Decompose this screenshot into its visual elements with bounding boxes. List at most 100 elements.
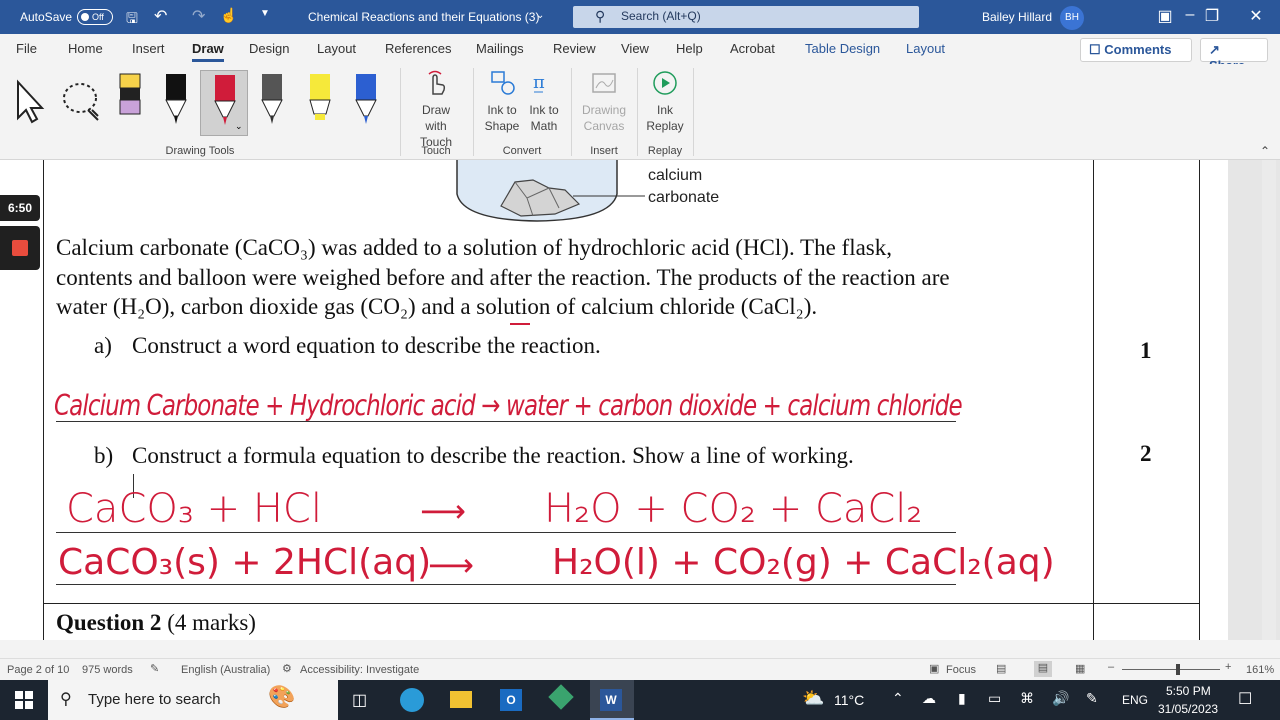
- redo-icon[interactable]: ↷: [192, 6, 205, 26]
- pen-menu-icon[interactable]: ✎: [1086, 690, 1098, 707]
- yellow-highlighter-icon[interactable]: [302, 70, 338, 130]
- battery-icon[interactable]: ▭: [988, 690, 1001, 707]
- notifications-icon[interactable]: ☐: [1238, 689, 1252, 709]
- tab-table-layout[interactable]: Layout: [906, 41, 945, 56]
- print-layout-icon[interactable]: ▤: [1034, 661, 1052, 677]
- tab-review[interactable]: Review: [553, 41, 596, 56]
- vertical-scrollbar[interactable]: [1262, 160, 1276, 640]
- tab-mailings[interactable]: Mailings: [476, 41, 524, 56]
- stop-recording-button[interactable]: [0, 226, 40, 270]
- share-button[interactable]: ↗ Share: [1200, 38, 1268, 73]
- language[interactable]: English (Australia): [181, 664, 270, 676]
- tab-references[interactable]: References: [385, 41, 451, 56]
- customize-qat-icon[interactable]: ▼: [260, 8, 270, 19]
- tab-design[interactable]: Design: [249, 41, 289, 56]
- black-pen-icon[interactable]: [158, 70, 194, 130]
- ink-arrow-2: ⟶: [428, 546, 474, 584]
- drawing-canvas-button[interactable]: Drawing Canvas: [576, 68, 632, 134]
- usb-icon[interactable]: ▮: [958, 690, 966, 707]
- document-title[interactable]: Chemical Reactions and their Equations (…: [308, 10, 539, 24]
- document-page[interactable]: calcium carbonate Calcium carbonate (CaC…: [0, 160, 1228, 640]
- weather-icon[interactable]: ⛅: [802, 688, 824, 709]
- minimize-icon[interactable]: –: [1180, 6, 1200, 24]
- file-explorer-icon[interactable]: [450, 691, 472, 708]
- avatar[interactable]: BH: [1060, 6, 1084, 30]
- temperature[interactable]: 11°C: [834, 692, 864, 708]
- word-taskbar-icon[interactable]: W: [590, 680, 634, 720]
- focus-button[interactable]: Focus: [946, 664, 976, 676]
- select-arrow-icon[interactable]: [12, 70, 48, 130]
- autosave-toggle[interactable]: Off: [77, 9, 113, 25]
- word-count[interactable]: 975 words: [82, 664, 133, 676]
- zoom-level[interactable]: 161%: [1246, 664, 1274, 676]
- lasso-select-icon[interactable]: [60, 70, 104, 130]
- app-diamond-icon[interactable]: [548, 684, 574, 710]
- web-layout-icon[interactable]: ▦: [1075, 662, 1085, 675]
- proofing-icon[interactable]: ✎: [150, 662, 159, 675]
- pen-options-chevron-icon[interactable]: ⌄: [235, 121, 243, 132]
- part-a-question: Construct a word equation to describe th…: [132, 333, 601, 358]
- clock-time[interactable]: 5:50 PM: [1166, 684, 1211, 698]
- wifi-icon[interactable]: ⌘: [1020, 690, 1034, 707]
- search-box[interactable]: ⚲ Search (Alt+Q): [573, 6, 919, 28]
- glitter-pen-icon[interactable]: [254, 70, 290, 130]
- edge-icon[interactable]: [400, 688, 424, 712]
- grammar-squiggle: [510, 323, 530, 325]
- outlook-icon[interactable]: O: [500, 689, 522, 711]
- figure-label-calcium: calcium: [648, 167, 703, 184]
- collapse-ribbon-icon[interactable]: ⌃: [1260, 144, 1270, 158]
- ink-to-math-button[interactable]: π Ink to Math: [524, 68, 564, 134]
- tab-home[interactable]: Home: [68, 41, 103, 56]
- autosave-label: AutoSave: [20, 10, 73, 24]
- page-count[interactable]: Page 2 of 10: [7, 664, 69, 676]
- volume-icon[interactable]: 🔊: [1052, 690, 1069, 707]
- input-language[interactable]: ENG: [1122, 693, 1148, 707]
- group-divider: [473, 68, 474, 156]
- tab-table-design[interactable]: Table Design: [805, 41, 880, 56]
- red-pen-selected[interactable]: ⌄: [200, 70, 248, 136]
- task-view-icon[interactable]: ◫: [352, 690, 367, 710]
- undo-icon[interactable]: ↶: [154, 6, 167, 26]
- comments-button[interactable]: ☐ Comments ▼: [1080, 38, 1192, 72]
- onedrive-icon[interactable]: ☁: [922, 690, 936, 707]
- ink-replay-button[interactable]: Ink Replay: [644, 68, 686, 134]
- part-b-question: Construct a formula equation to describe…: [132, 443, 854, 468]
- restore-icon[interactable]: ❐: [1202, 6, 1222, 26]
- ink-to-shape-button[interactable]: Ink to Shape: [480, 68, 524, 134]
- eraser-pen-icon[interactable]: [112, 70, 148, 130]
- focus-icon[interactable]: ▣: [929, 662, 939, 675]
- taskbar-search[interactable]: ⚲ Type here to search 🎨: [48, 680, 338, 720]
- taskbar-search-icon: ⚲: [60, 691, 72, 708]
- part-b-marks: 2: [1140, 441, 1152, 466]
- touch-group-label: Touch: [421, 145, 451, 157]
- user-name[interactable]: Bailey Hillard: [982, 10, 1052, 24]
- tab-layout[interactable]: Layout: [317, 41, 356, 56]
- title-chevron-icon[interactable]: ⌄: [536, 10, 544, 21]
- read-mode-icon[interactable]: ▤: [996, 662, 1006, 675]
- clock-date[interactable]: 31/05/2023: [1158, 702, 1218, 716]
- tab-view[interactable]: View: [621, 41, 649, 56]
- accessibility-status[interactable]: Accessibility: Investigate: [300, 664, 419, 676]
- question-2-title: Question 2: [56, 610, 162, 635]
- tray-chevron-icon[interactable]: ⌃: [892, 690, 904, 707]
- save-icon[interactable]: 🖫: [126, 8, 138, 32]
- group-divider: [400, 68, 401, 156]
- tab-insert[interactable]: Insert: [132, 41, 165, 56]
- table-border-mid: [1093, 160, 1094, 640]
- zoom-slider[interactable]: [1122, 664, 1220, 675]
- draw-with-touch-button[interactable]: Draw with Touch: [406, 68, 466, 150]
- close-icon[interactable]: ✕: [1246, 6, 1266, 26]
- tab-file[interactable]: File: [16, 41, 37, 56]
- part-a-marker: a): [94, 333, 112, 358]
- windows-start-icon[interactable]: [15, 691, 33, 709]
- tab-acrobat[interactable]: Acrobat: [730, 41, 775, 56]
- blue-galaxy-pen-icon[interactable]: [348, 70, 384, 130]
- ribbon-display-icon[interactable]: ▣: [1155, 6, 1175, 26]
- touch-mode-icon[interactable]: ☝: [220, 7, 237, 24]
- zoom-out-icon[interactable]: –: [1108, 661, 1114, 673]
- accessibility-icon[interactable]: ⚙: [282, 662, 292, 675]
- tab-help[interactable]: Help: [676, 41, 703, 56]
- zoom-in-icon[interactable]: +: [1225, 661, 1231, 673]
- tab-draw[interactable]: Draw: [192, 41, 224, 62]
- zoom-slider-thumb[interactable]: [1176, 664, 1180, 675]
